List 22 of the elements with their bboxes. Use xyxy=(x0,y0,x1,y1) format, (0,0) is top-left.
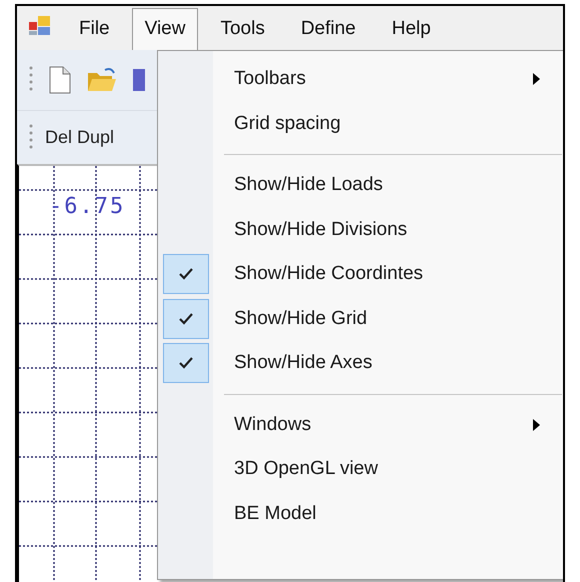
submenu-arrow-icon xyxy=(533,418,540,431)
menu-option[interactable]: BE Model xyxy=(158,492,563,536)
del-dupl-button[interactable]: Del Dupl xyxy=(45,124,114,151)
menu-option[interactable]: Show/Hide Loads xyxy=(158,163,563,208)
axis-label: -6.75 xyxy=(49,196,126,218)
menu-option[interactable]: Show/Hide Coordintes xyxy=(158,252,563,296)
new-document-icon[interactable] xyxy=(49,66,71,94)
folder-icon[interactable] xyxy=(87,67,117,93)
menu-item[interactable]: Help xyxy=(378,8,445,50)
app-icon xyxy=(29,16,51,36)
menu-item[interactable]: Define xyxy=(286,8,370,50)
menu-item[interactable]: View xyxy=(132,8,198,50)
menu-option[interactable]: Toolbars xyxy=(158,57,563,102)
menu-option[interactable]: Show/Hide Grid xyxy=(158,296,563,341)
menu-option[interactable]: Windows xyxy=(158,402,563,447)
menu-item[interactable]: File xyxy=(65,8,124,50)
menu-option[interactable]: Show/Hide Axes xyxy=(158,341,563,386)
menu-option[interactable]: Show/Hide Divisions xyxy=(158,208,563,252)
menu-option[interactable]: 3D OpenGL view xyxy=(158,447,563,492)
menu-option[interactable]: Grid spacing xyxy=(158,102,563,146)
menu-item[interactable]: Tools xyxy=(206,8,279,50)
submenu-arrow-icon xyxy=(533,73,540,86)
